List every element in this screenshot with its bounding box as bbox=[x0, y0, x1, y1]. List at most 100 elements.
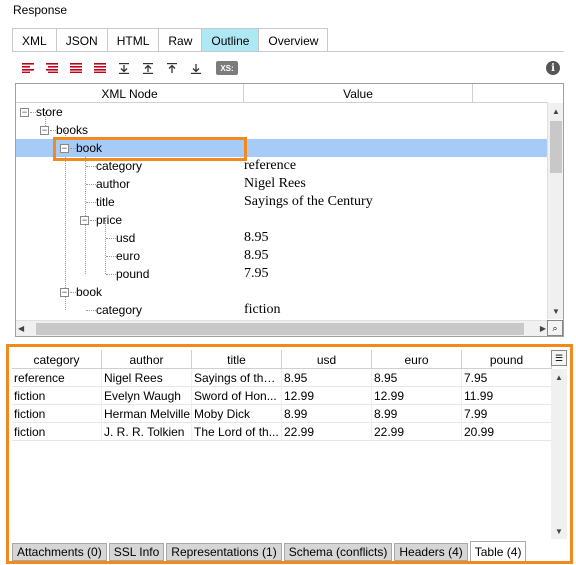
tree-row[interactable]: − store bbox=[16, 103, 548, 121]
scroll-down-icon[interactable]: ▼ bbox=[548, 303, 563, 319]
table-cell: 8.99 bbox=[372, 405, 462, 423]
highlight-selected-node bbox=[53, 137, 247, 161]
collapse-icon[interactable]: − bbox=[20, 108, 29, 117]
scroll-thumb[interactable] bbox=[550, 121, 562, 173]
tree-horizontal-scrollbar[interactable]: ◀ ▶ bbox=[16, 320, 548, 336]
column-header-author[interactable]: author bbox=[102, 350, 192, 369]
tree-row[interactable]: title Sayings of the Century bbox=[16, 193, 548, 211]
table-cell: 7.95 bbox=[462, 369, 552, 387]
table-cell: 20.99 bbox=[462, 423, 552, 441]
table-cell: fiction bbox=[12, 405, 102, 423]
column-header-euro[interactable]: euro bbox=[372, 350, 462, 369]
panel-title: Response bbox=[13, 3, 68, 17]
tree-row[interactable]: − price bbox=[16, 211, 548, 229]
column-chooser-icon[interactable]: ☰ bbox=[551, 350, 567, 366]
scroll-right-icon[interactable]: ▶ bbox=[540, 321, 546, 336]
tab-divider bbox=[12, 51, 564, 52]
tab-table[interactable]: Table (4) bbox=[469, 541, 527, 561]
tree-node-label: usd bbox=[116, 231, 136, 245]
table-cell: Nigel Rees bbox=[102, 369, 192, 387]
zoom-icon[interactable]: ⌕ bbox=[547, 320, 563, 336]
tree-row[interactable]: usd 8.95 bbox=[16, 229, 548, 247]
column-header-xml-node[interactable]: XML Node bbox=[16, 84, 244, 103]
tree-connector bbox=[106, 274, 116, 275]
table-vertical-scrollbar[interactable]: ▲ ▼ bbox=[551, 369, 567, 539]
scroll-left-icon[interactable]: ◀ bbox=[18, 321, 24, 336]
tab-attachments[interactable]: Attachments (0) bbox=[12, 543, 107, 561]
tree-row[interactable]: author Nigel Rees bbox=[16, 175, 548, 193]
table-cell: reference bbox=[12, 369, 102, 387]
tree-rows: − store − books − book category referenc… bbox=[16, 103, 548, 319]
table-row[interactable]: fiction Herman Melville Moby Dick 8.99 8… bbox=[12, 405, 552, 423]
table-cell: 12.99 bbox=[282, 387, 372, 405]
tab-json[interactable]: JSON bbox=[55, 28, 108, 52]
tree-row[interactable]: euro 8.95 bbox=[16, 247, 548, 265]
tree-node-label: store bbox=[36, 105, 63, 119]
table-cell: fiction bbox=[12, 423, 102, 441]
table-cell: 7.99 bbox=[462, 405, 552, 423]
scroll-down-icon[interactable]: ▼ bbox=[551, 523, 567, 539]
table-cell: 22.99 bbox=[282, 423, 372, 441]
tab-schema[interactable]: Schema (conflicts) bbox=[283, 543, 393, 561]
tab-xml[interactable]: XML bbox=[12, 28, 57, 52]
tab-ssl-info[interactable]: SSL Info bbox=[108, 543, 165, 561]
table-row[interactable]: reference Nigel Rees Sayings of the ... … bbox=[12, 369, 552, 387]
table-cell: fiction bbox=[12, 387, 102, 405]
tree-node-value: 7.95 bbox=[244, 266, 269, 281]
column-header-extra bbox=[473, 84, 548, 103]
tree-vertical-scrollbar[interactable]: ▲ ▼ bbox=[547, 103, 563, 319]
scroll-up-icon[interactable]: ▲ bbox=[548, 103, 563, 119]
tree-node-value: Sayings of the Century bbox=[244, 194, 373, 209]
tab-raw[interactable]: Raw bbox=[158, 28, 203, 52]
tree-connector bbox=[86, 184, 96, 185]
outline-toolbar: XS: bbox=[16, 58, 238, 78]
table-cell: 22.99 bbox=[372, 423, 462, 441]
move-top-icon[interactable] bbox=[160, 58, 184, 78]
tree-connector bbox=[106, 238, 116, 239]
collapse-up-icon[interactable] bbox=[136, 58, 160, 78]
tab-html[interactable]: HTML bbox=[106, 28, 160, 52]
table-row[interactable]: fiction J. R. R. Tolkien The Lord of th.… bbox=[12, 423, 552, 441]
align-left-icon[interactable] bbox=[16, 58, 40, 78]
tab-overview[interactable]: Overview bbox=[258, 28, 329, 52]
scroll-thumb[interactable] bbox=[36, 323, 524, 335]
column-header-title[interactable]: title bbox=[192, 350, 282, 369]
tree-connector bbox=[86, 166, 96, 167]
tab-headers[interactable]: Headers (4) bbox=[394, 543, 468, 561]
move-bottom-icon[interactable] bbox=[184, 58, 208, 78]
expand-down-icon[interactable] bbox=[112, 58, 136, 78]
column-header-category[interactable]: category bbox=[12, 350, 102, 369]
collapse-icon[interactable]: − bbox=[40, 126, 49, 135]
column-header-usd[interactable]: usd bbox=[282, 350, 372, 369]
bottom-tab-bar: Attachments (0) SSL Info Representations… bbox=[12, 541, 528, 561]
tree-row[interactable]: category fiction bbox=[16, 301, 548, 319]
column-header-value[interactable]: Value bbox=[244, 84, 473, 103]
xs-schema-button[interactable]: XS: bbox=[216, 61, 238, 75]
tab-representations[interactable]: Representations (1) bbox=[166, 543, 282, 561]
collapse-icon[interactable]: − bbox=[80, 216, 89, 225]
info-icon[interactable]: i bbox=[546, 61, 560, 75]
tab-outline[interactable]: Outline bbox=[201, 28, 260, 52]
tree-node-label: price bbox=[96, 213, 123, 227]
column-header-pound[interactable]: pound bbox=[462, 350, 552, 369]
table-cell: 11.99 bbox=[462, 387, 552, 405]
tree-row[interactable]: pound 7.95 bbox=[16, 265, 548, 283]
scroll-up-icon[interactable]: ▲ bbox=[551, 369, 567, 385]
tree-node-value: reference bbox=[244, 158, 297, 173]
tree-node-value: 8.95 bbox=[244, 230, 269, 245]
table-row[interactable]: fiction Evelyn Waugh Sword of Hon... 12.… bbox=[12, 387, 552, 405]
tree-row[interactable]: − book bbox=[16, 283, 548, 301]
tree-node-value: fiction bbox=[244, 302, 281, 317]
align-center-icon[interactable] bbox=[40, 58, 64, 78]
collapse-icon[interactable]: − bbox=[60, 288, 69, 297]
align-right-icon[interactable] bbox=[64, 58, 88, 78]
tree-connector bbox=[86, 202, 96, 203]
tree-connector bbox=[106, 256, 116, 257]
table-cell: 8.99 bbox=[282, 405, 372, 423]
justify-icon[interactable] bbox=[88, 58, 112, 78]
table-cell: Herman Melville bbox=[104, 405, 192, 423]
table-header: category author title usd euro pound bbox=[12, 350, 552, 369]
table-cell: Sayings of the ... bbox=[194, 369, 282, 387]
table-cell: Sword of Hon... bbox=[192, 387, 282, 405]
tree-node-label: author bbox=[96, 177, 131, 191]
